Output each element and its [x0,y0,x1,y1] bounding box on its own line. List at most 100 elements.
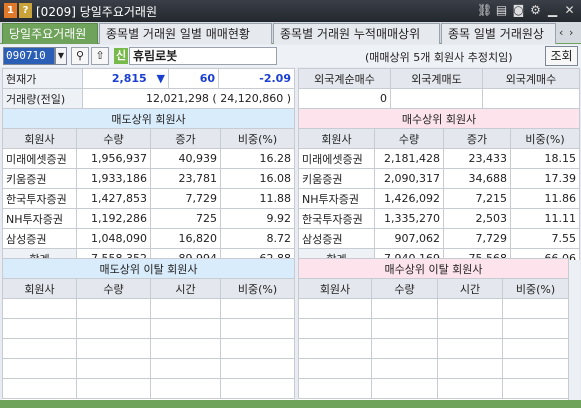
broker-name: NH투자증권 [298,188,375,209]
gear-icon[interactable]: ⚙ [528,3,543,18]
increase-cell: 34,688 [443,168,511,189]
table-row[interactable]: 키움증권 2,090,317 34,688 17.39 [298,168,581,189]
foreign-net-value: 0 [298,88,391,109]
qty-cell: 907,062 [374,228,444,249]
table-row[interactable]: NH투자증권 1,192,286 725 9.92 [2,208,296,229]
sell-exit-col-ratio[interactable]: 비중(%) [219,278,296,299]
ratio-cell: 11.11 [509,208,581,229]
buy-col-broker[interactable]: 회원사 [298,128,375,149]
search-icon[interactable]: ⚲ [71,47,89,65]
qty-cell: 1,335,270 [374,208,444,229]
broker-name: 키움증권 [298,168,375,189]
qty-cell: 1,048,090 [76,228,151,249]
sell-exit-title: 매도상위 이탈 회원사 [1,258,296,279]
foreign-net-header: 외국계순매수 [298,68,391,89]
sell-exit-col-qty[interactable]: 수량 [76,278,151,299]
window-number-badge[interactable]: 1 [4,3,17,18]
camera-icon[interactable]: ◙ [511,3,526,18]
table-row[interactable] [2,318,296,339]
price-change: 60 [168,68,219,89]
table-row[interactable]: 키움증권 1,933,186 23,781 16.08 [2,168,296,189]
increase-cell: 7,729 [443,228,511,249]
broker-name: 삼성증권 [298,228,375,249]
table-row[interactable] [298,378,570,399]
tab-today-brokers[interactable]: 당일주요거래원 [2,23,98,44]
table-row[interactable] [2,298,296,319]
buy-col-qty[interactable]: 수량 [374,128,444,149]
link-icon[interactable]: ⛓ [477,3,492,18]
window-title: [0209] 당일주요거래원 [36,5,157,19]
ratio-cell: 16.28 [219,148,296,169]
increase-cell: 40,939 [150,148,221,169]
tab-daily-broker[interactable]: 종목 일별 거래원상 [441,23,556,44]
sell-exit-col-time[interactable]: 시간 [150,278,221,299]
increase-cell: 7,215 [443,188,511,209]
ratio-cell: 9.92 [219,208,296,229]
increase-cell: 2,503 [443,208,511,229]
close-icon[interactable]: ✕ [562,3,577,18]
code-dropdown-icon[interactable]: ▼ [55,47,67,65]
sell-top-title: 매도상위 회원사 [1,108,296,129]
broker-name: 한국투자증권 [298,208,375,229]
price-text: 2,815 [111,72,147,85]
tab-cumulative-top[interactable]: 종목별 거래원 누적매매상위 [273,23,440,44]
sell-col-increase[interactable]: 증가 [150,128,221,149]
price-table: 현재가 2,815 ▼ 60 -2.09 거래량(전일) 12,021,298 … [2,68,295,109]
table-row[interactable] [298,318,570,339]
table-row[interactable] [298,358,570,379]
sell-col-ratio[interactable]: 비중(%) [219,128,296,149]
increase-cell: 16,820 [150,228,221,249]
broker-name: 미래에셋증권 [2,148,77,169]
vertical-scrollbar[interactable] [568,260,580,400]
table-row[interactable] [2,358,296,379]
qty-cell: 1,956,937 [76,148,151,169]
table-row[interactable]: 미래에셋증권 1,956,937 40,939 16.28 [2,148,296,169]
table-row[interactable]: 한국투자증권 1,427,853 7,729 11.88 [2,188,296,209]
stock-code-input[interactable]: 090710 [3,47,55,65]
increase-cell: 23,433 [443,148,511,169]
tab-next-icon[interactable]: › [569,26,579,39]
table-row[interactable] [2,338,296,359]
current-price-value: 2,815 ▼ [82,68,169,89]
toolbar: 090710 ▼ ⚲ ⇧ 신 휴림로봇 (매매상위 5개 회원사 추정치임) 조… [0,45,581,67]
buy-exit-col-qty[interactable]: 수량 [371,278,438,299]
table-row[interactable]: 삼성증권 1,048,090 16,820 8.72 [2,228,296,249]
table-row[interactable] [2,378,296,399]
stock-name: 휴림로봇 [129,47,277,65]
table-row[interactable]: 한국투자증권 1,335,270 2,503 11.11 [298,208,581,229]
title-bar: 1 ? [0209] 당일주요거래원 ⛓ ▤ ◙ ⚙ ▁ ✕ [0,0,581,22]
table-row[interactable]: 미래에셋증권 2,181,428 23,433 18.15 [298,148,581,169]
sell-exit-col-broker[interactable]: 회원사 [2,278,77,299]
table-row[interactable]: NH투자증권 1,426,092 7,215 11.86 [298,188,581,209]
foreign-sell-value [390,88,483,109]
buy-exit-col-ratio[interactable]: 비중(%) [501,278,570,299]
sell-top-table: 매도상위 회원사 회원사 수량 증가 비중(%) 미래에셋증권 1,956,93… [1,108,296,269]
sell-col-qty[interactable]: 수량 [76,128,151,149]
table-row[interactable]: 삼성증권 907,062 7,729 7.55 [298,228,581,249]
table-row[interactable] [298,298,570,319]
increase-cell: 23,781 [150,168,221,189]
foreign-sell-header: 외국계매도 [390,68,483,89]
buy-exit-col-time[interactable]: 시간 [437,278,503,299]
qty-cell: 1,192,286 [76,208,151,229]
foreign-buy-value [482,88,580,109]
broker-name: 미래에셋증권 [298,148,375,169]
buy-exit-col-broker[interactable]: 회원사 [298,278,372,299]
current-price-label: 현재가 [2,68,83,89]
minimize-icon[interactable]: ▁ [545,3,560,18]
stock-settings-icon[interactable]: ⇧ [91,47,109,65]
buy-col-increase[interactable]: 증가 [443,128,511,149]
help-badge[interactable]: ? [19,3,32,18]
clipboard-icon[interactable]: ▤ [494,3,509,18]
sell-col-broker[interactable]: 회원사 [2,128,77,149]
buy-col-ratio[interactable]: 비중(%) [509,128,581,149]
tab-prev-icon[interactable]: ‹ [559,26,569,39]
query-button[interactable]: 조회 [545,46,578,66]
foreign-buy-header: 외국계매수 [482,68,580,89]
table-row[interactable] [298,338,570,359]
estimate-note: (매매상위 5개 회원사 추정치임) [365,51,513,64]
broker-name: NH투자증권 [2,208,77,229]
volume-label: 거래량(전일) [2,88,83,109]
ratio-cell: 16.08 [219,168,296,189]
tab-daily-trading[interactable]: 종목별 거래원 일별 매매현황 [99,23,272,44]
